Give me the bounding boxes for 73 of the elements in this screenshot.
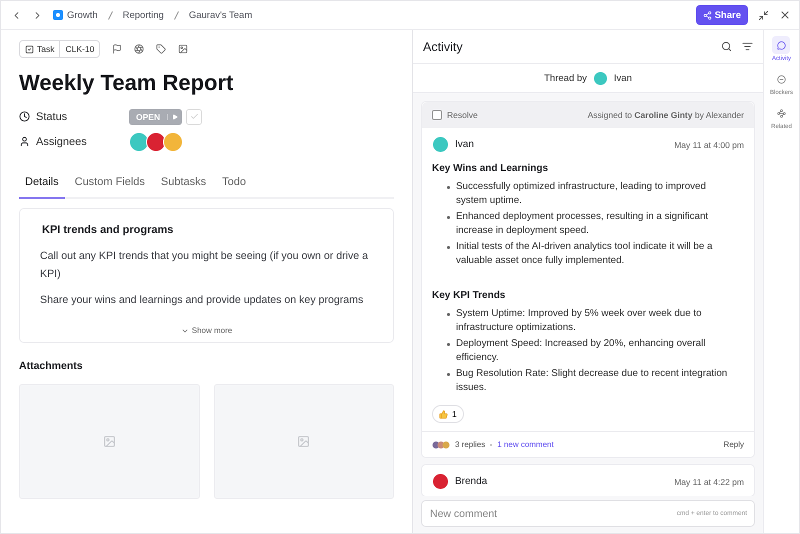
check-icon <box>190 112 199 121</box>
bullet-icon <box>447 373 450 376</box>
tag-icon[interactable] <box>156 44 166 54</box>
task-type[interactable]: Task <box>20 41 60 57</box>
thumbs-up-icon <box>439 410 448 418</box>
description-paragraph: Share your wins and learnings and provide updates on key programs <box>40 293 364 308</box>
search-icon[interactable] <box>721 41 732 52</box>
assignment-text: Assigned to Caroline Ginty by Alexander <box>588 110 744 120</box>
slash-icon <box>108 10 113 20</box>
field-label: Assignees <box>36 136 88 148</box>
bullet-text: Deployment Speed: Increased by 20%, enhancing overall efficiency. <box>456 337 706 364</box>
replier-avatars-icon <box>432 440 450 448</box>
tab[interactable]: Custom Fields <box>68 168 151 199</box>
bullet-icon <box>447 246 450 249</box>
share-icon <box>702 10 712 20</box>
image-icon <box>297 435 310 448</box>
bullet-icon <box>447 186 450 189</box>
section-heading: Attachments <box>19 360 84 372</box>
bullet-icon <box>447 313 450 316</box>
checkbox-icon <box>25 44 34 54</box>
space-icon <box>53 10 63 20</box>
description-heading: KPI trends and programs <box>42 224 174 236</box>
breadcrumb-link[interactable]: Growth <box>67 10 98 20</box>
replies-count[interactable]: 3 replies <box>455 440 486 449</box>
assignee-avatar[interactable] <box>146 132 166 152</box>
complete-checkbox[interactable] <box>186 108 202 124</box>
person-icon <box>19 136 30 147</box>
field-label: Status <box>36 110 68 122</box>
minimize-icon[interactable] <box>758 10 769 20</box>
tab[interactable]: Subtasks <box>154 168 212 199</box>
bullet-icon <box>447 343 450 346</box>
comment-time: May 11 at 4:22 pm <box>674 476 744 486</box>
description-paragraph: Call out any KPI trends that you might be seeing (if you own or drive a KPI) <box>40 249 369 282</box>
image-icon[interactable] <box>178 44 188 54</box>
comment-heading: Key Wins and Learnings <box>432 163 550 174</box>
image-icon <box>102 435 116 448</box>
bullet-text: Initial tests of the AI-driven analytics tool indicate it will be a valuable asset once fully implemented. <box>456 240 714 267</box>
filter-icon[interactable] <box>742 41 753 52</box>
new-comment-link[interactable]: 1 new comment <box>497 440 554 449</box>
bullet-text: System Uptime: Improved by 5% week over week due to infrastructure optimizations. <box>456 307 703 334</box>
slash-icon <box>174 10 179 20</box>
panel-title: Activity <box>423 40 463 54</box>
thread-by-label: Thread by <box>544 72 587 84</box>
resolve-label: Resolve <box>447 110 478 120</box>
minus-circle-icon <box>776 74 786 84</box>
close-icon[interactable] <box>779 9 791 21</box>
breadcrumb-link[interactable]: Gaurav's Team <box>188 10 252 20</box>
aperture-icon[interactable] <box>134 44 144 54</box>
show-more-button[interactable]: Show more <box>174 325 238 336</box>
comment-author: Brenda <box>455 476 488 487</box>
clock-icon <box>19 111 30 122</box>
task-id[interactable]: CLK-10 <box>59 41 100 57</box>
comment-heading: Key KPI Trends <box>432 290 506 301</box>
play-icon <box>172 114 178 120</box>
bullet-text: Bug Resolution Rate: Slight decrease due to recent integration issues. <box>456 367 728 394</box>
assignee-avatar[interactable] <box>129 132 149 152</box>
user-name: Ivan <box>614 72 632 84</box>
tab[interactable]: Todo <box>216 168 252 199</box>
share-button[interactable]: Share <box>696 5 748 25</box>
tab[interactable]: Details <box>19 168 65 199</box>
flag-icon[interactable] <box>112 44 122 54</box>
bullet-icon <box>447 216 450 219</box>
resolve-checkbox[interactable] <box>432 110 442 120</box>
comment-author: Ivan <box>455 139 474 150</box>
breadcrumb-link[interactable]: Reporting <box>122 10 164 20</box>
chat-bubble-icon <box>776 40 786 50</box>
nodes-icon <box>777 108 786 118</box>
reply-button[interactable]: Reply <box>724 440 744 449</box>
bullet-text: Enhanced deployment processes, resulting in a significant increase in deployment speed. <box>456 210 710 237</box>
reaction-button[interactable]: 1 <box>432 405 464 423</box>
task-title: Weekly Team Report <box>19 70 234 96</box>
comment-time: May 11 at 4:00 pm <box>674 140 744 150</box>
bullet-text: Successfully optimized infrastructure, leading to improved system uptime. <box>456 180 707 207</box>
